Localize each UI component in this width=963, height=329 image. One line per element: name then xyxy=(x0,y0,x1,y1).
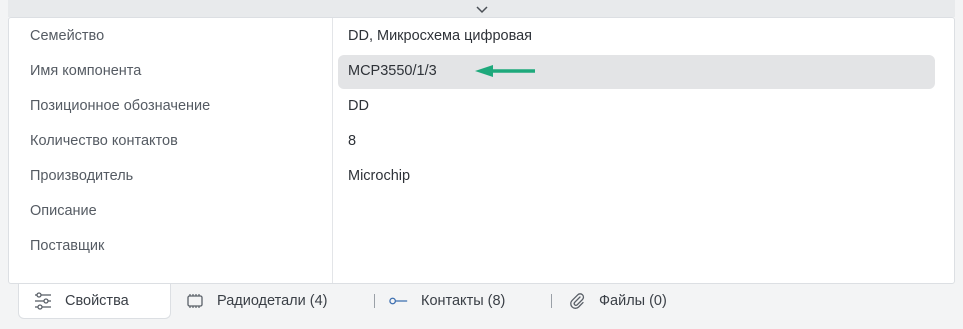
properties-panel: Семейство DD, Микросхема цифровая Имя ко… xyxy=(8,17,955,284)
tab-separator xyxy=(551,294,552,308)
chip-icon xyxy=(185,291,205,311)
tab-separator xyxy=(374,294,375,308)
property-value[interactable]: Microchip xyxy=(348,159,410,194)
tab-label: Радиодетали (4) xyxy=(217,293,328,309)
tab-label: Свойства xyxy=(65,293,129,309)
bottom-tab-bar: Свойства Радиодетали (4) Контакты (8) Фа… xyxy=(8,284,955,320)
property-label: Семейство xyxy=(30,28,105,44)
tab-contacts[interactable]: Контакты (8) xyxy=(389,284,505,318)
collapse-toggle[interactable] xyxy=(8,0,955,17)
property-label: Описание xyxy=(30,203,97,219)
property-value[interactable]: MCP3550/1/3 xyxy=(348,54,437,89)
tab-files[interactable]: Файлы (0) xyxy=(567,284,667,318)
property-label: Количество контактов xyxy=(30,133,178,149)
property-value[interactable]: DD, Микросхема цифровая xyxy=(348,19,532,54)
property-row-component-name[interactable]: Имя компонента MCP3550/1/3 xyxy=(9,54,954,89)
tab-components[interactable]: Радиодетали (4) xyxy=(185,284,327,318)
property-row-description[interactable]: Описание xyxy=(9,194,954,229)
property-row-family[interactable]: Семейство DD, Микросхема цифровая xyxy=(9,19,954,54)
property-label: Имя компонента xyxy=(30,63,142,79)
chevron-down-icon[interactable] xyxy=(475,4,489,14)
tab-label: Контакты (8) xyxy=(421,293,506,309)
paperclip-icon xyxy=(567,291,587,311)
property-row-designator[interactable]: Позиционное обозначение DD xyxy=(9,89,954,124)
tab-properties[interactable]: Свойства xyxy=(18,284,171,319)
sliders-icon xyxy=(33,291,53,311)
arrow-pointer-icon xyxy=(475,65,535,77)
tab-label: Файлы (0) xyxy=(599,293,667,309)
property-value[interactable]: DD xyxy=(348,89,369,124)
property-value[interactable]: 8 xyxy=(348,124,356,159)
property-row-manufacturer[interactable]: Производитель Microchip xyxy=(9,159,954,194)
property-label: Производитель xyxy=(30,168,134,184)
property-label: Позиционное обозначение xyxy=(30,98,211,114)
property-row-pin-count[interactable]: Количество контактов 8 xyxy=(9,124,954,159)
property-row-supplier[interactable]: Поставщик xyxy=(9,229,954,264)
pin-icon xyxy=(389,291,409,311)
property-label: Поставщик xyxy=(30,238,105,254)
